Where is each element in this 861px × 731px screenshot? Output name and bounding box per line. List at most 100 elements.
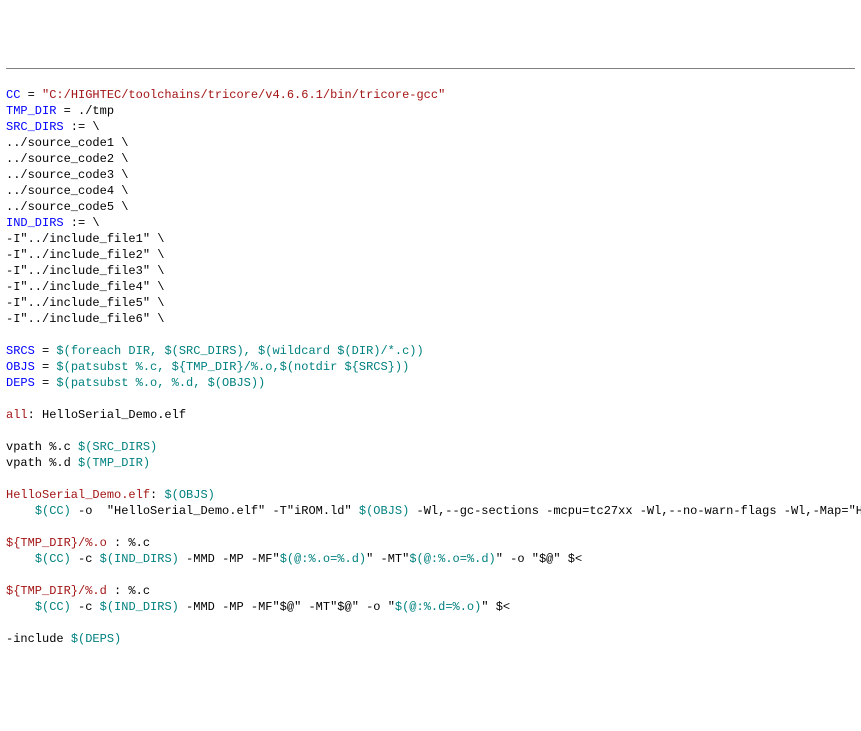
code-line: ../source_code4 \: [6, 183, 855, 199]
token-var: $(@:%.o=%.d): [280, 552, 366, 566]
token-txt: ../source_code4 \: [6, 184, 128, 198]
code-line: $(CC) -o "HelloSerial_Demo.elf" -T"iROM.…: [6, 503, 855, 519]
token-var: $(IND_DIRS): [100, 552, 179, 566]
token-txt: = ./tmp: [56, 104, 114, 118]
token-txt: -MMD -MP -MF": [179, 552, 280, 566]
token-txt: [6, 616, 13, 630]
code-line: $(CC) -c $(IND_DIRS) -MMD -MP -MF"$(@:%.…: [6, 551, 855, 567]
token-str: "C:/HIGHTEC/toolchains/tricore/v4.6.6.1/…: [42, 88, 445, 102]
token-txt: [6, 520, 13, 534]
code-line: OBJS = $(patsubst %.c, ${TMP_DIR}/%.o,$(…: [6, 359, 855, 375]
token-txt: =: [35, 344, 57, 358]
token-var: $(patsubst %.o, %.d, $(OBJS)): [56, 376, 265, 390]
code-line: SRC_DIRS := \: [6, 119, 855, 135]
token-var: $(patsubst %.c, ${TMP_DIR}/%.o,$(notdir …: [56, 360, 409, 374]
token-txt: ../source_code1 \: [6, 136, 128, 150]
code-line: [6, 567, 855, 583]
token-txt: vpath %.d: [6, 456, 78, 470]
token-txt: :: [150, 488, 164, 502]
token-txt: -I"../include_file2" \: [6, 248, 164, 262]
code-line: ../source_code1 \: [6, 135, 855, 151]
token-kw: SRC_DIRS: [6, 120, 64, 134]
token-txt: [6, 552, 35, 566]
token-var: $(OBJS): [164, 488, 214, 502]
token-txt: : %.c: [107, 584, 150, 598]
code-line: TMP_DIR = ./tmp: [6, 103, 855, 119]
token-txt: ../source_code3 \: [6, 168, 128, 182]
token-txt: ../source_code5 \: [6, 200, 128, 214]
token-txt: " -MT": [366, 552, 409, 566]
code-line: ${TMP_DIR}/%.o : %.c: [6, 535, 855, 551]
token-kw: TMP_DIR: [6, 104, 56, 118]
token-txt: [6, 424, 13, 438]
code-line: all: HelloSerial_Demo.elf: [6, 407, 855, 423]
code-line: -I"../include_file4" \: [6, 279, 855, 295]
token-txt: -c: [71, 552, 100, 566]
token-txt: -I"../include_file6" \: [6, 312, 164, 326]
token-txt: =: [35, 376, 57, 390]
token-txt: vpath %.c: [6, 440, 78, 454]
code-line: [6, 519, 855, 535]
token-var: $(SRC_DIRS): [78, 440, 157, 454]
code-line: vpath %.d $(TMP_DIR): [6, 455, 855, 471]
code-line: [6, 391, 855, 407]
code-line: ../source_code2 \: [6, 151, 855, 167]
token-kw: CC: [6, 88, 20, 102]
code-line: $(CC) -c $(IND_DIRS) -MMD -MP -MF"$@" -M…: [6, 599, 855, 615]
token-tgt: ${TMP_DIR}/%.d: [6, 584, 107, 598]
code-line: HelloSerial_Demo.elf: $(OBJS): [6, 487, 855, 503]
makefile-code-block: CC = "C:/HIGHTEC/toolchains/tricore/v4.6…: [6, 87, 855, 647]
separator-line: [6, 68, 855, 69]
token-kw: OBJS: [6, 360, 35, 374]
code-line: -I"../include_file1" \: [6, 231, 855, 247]
code-line: -include $(DEPS): [6, 631, 855, 647]
code-line: ../source_code3 \: [6, 167, 855, 183]
token-var: $(CC): [35, 552, 71, 566]
token-txt: : %.c: [107, 536, 150, 550]
code-line: -I"../include_file2" \: [6, 247, 855, 263]
token-tgt: HelloSerial_Demo.elf: [6, 488, 150, 502]
code-line: [6, 423, 855, 439]
token-kw: SRCS: [6, 344, 35, 358]
token-var: $(OBJS): [359, 504, 409, 518]
token-txt: -I"../include_file5" \: [6, 296, 164, 310]
code-line: [6, 327, 855, 343]
token-txt: ../source_code2 \: [6, 152, 128, 166]
code-line: ../source_code5 \: [6, 199, 855, 215]
token-txt: -Wl,--gc-sections -mcpu=tc27xx -Wl,--no-…: [409, 504, 861, 518]
token-txt: -I"../include_file3" \: [6, 264, 164, 278]
token-txt: -I"../include_file4" \: [6, 280, 164, 294]
token-tgt: all: [6, 408, 28, 422]
token-txt: " -o "$@" $<: [496, 552, 582, 566]
code-line: [6, 615, 855, 631]
code-line: -I"../include_file6" \: [6, 311, 855, 327]
token-var: $(TMP_DIR): [78, 456, 150, 470]
code-line: ${TMP_DIR}/%.d : %.c: [6, 583, 855, 599]
token-txt: =: [20, 88, 42, 102]
code-line: -I"../include_file5" \: [6, 295, 855, 311]
code-line: DEPS = $(patsubst %.o, %.d, $(OBJS)): [6, 375, 855, 391]
token-tgt: ${TMP_DIR}/%.o: [6, 536, 107, 550]
token-txt: =: [35, 360, 57, 374]
code-line: -I"../include_file3" \: [6, 263, 855, 279]
code-line: SRCS = $(foreach DIR, $(SRC_DIRS), $(wil…: [6, 343, 855, 359]
token-txt: : HelloSerial_Demo.elf: [28, 408, 186, 422]
token-txt: [6, 568, 13, 582]
token-txt: -o "HelloSerial_Demo.elf" -T"iROM.ld": [71, 504, 359, 518]
token-txt: -I"../include_file1" \: [6, 232, 164, 246]
code-line: IND_DIRS := \: [6, 215, 855, 231]
token-var: $(@:%.o=%.d): [409, 552, 495, 566]
token-var: $(foreach DIR, $(SRC_DIRS), $(wildcard $…: [56, 344, 423, 358]
token-var: $(DEPS): [71, 632, 121, 646]
token-txt: [6, 472, 13, 486]
token-txt: [6, 392, 13, 406]
code-line: CC = "C:/HIGHTEC/toolchains/tricore/v4.6…: [6, 87, 855, 103]
token-txt: := \: [64, 216, 100, 230]
token-var: $(CC): [35, 504, 71, 518]
token-txt: [6, 504, 35, 518]
token-kw: IND_DIRS: [6, 216, 64, 230]
token-txt: := \: [64, 120, 100, 134]
token-kw: DEPS: [6, 376, 35, 390]
code-line: vpath %.c $(SRC_DIRS): [6, 439, 855, 455]
token-txt: -include: [6, 632, 71, 646]
